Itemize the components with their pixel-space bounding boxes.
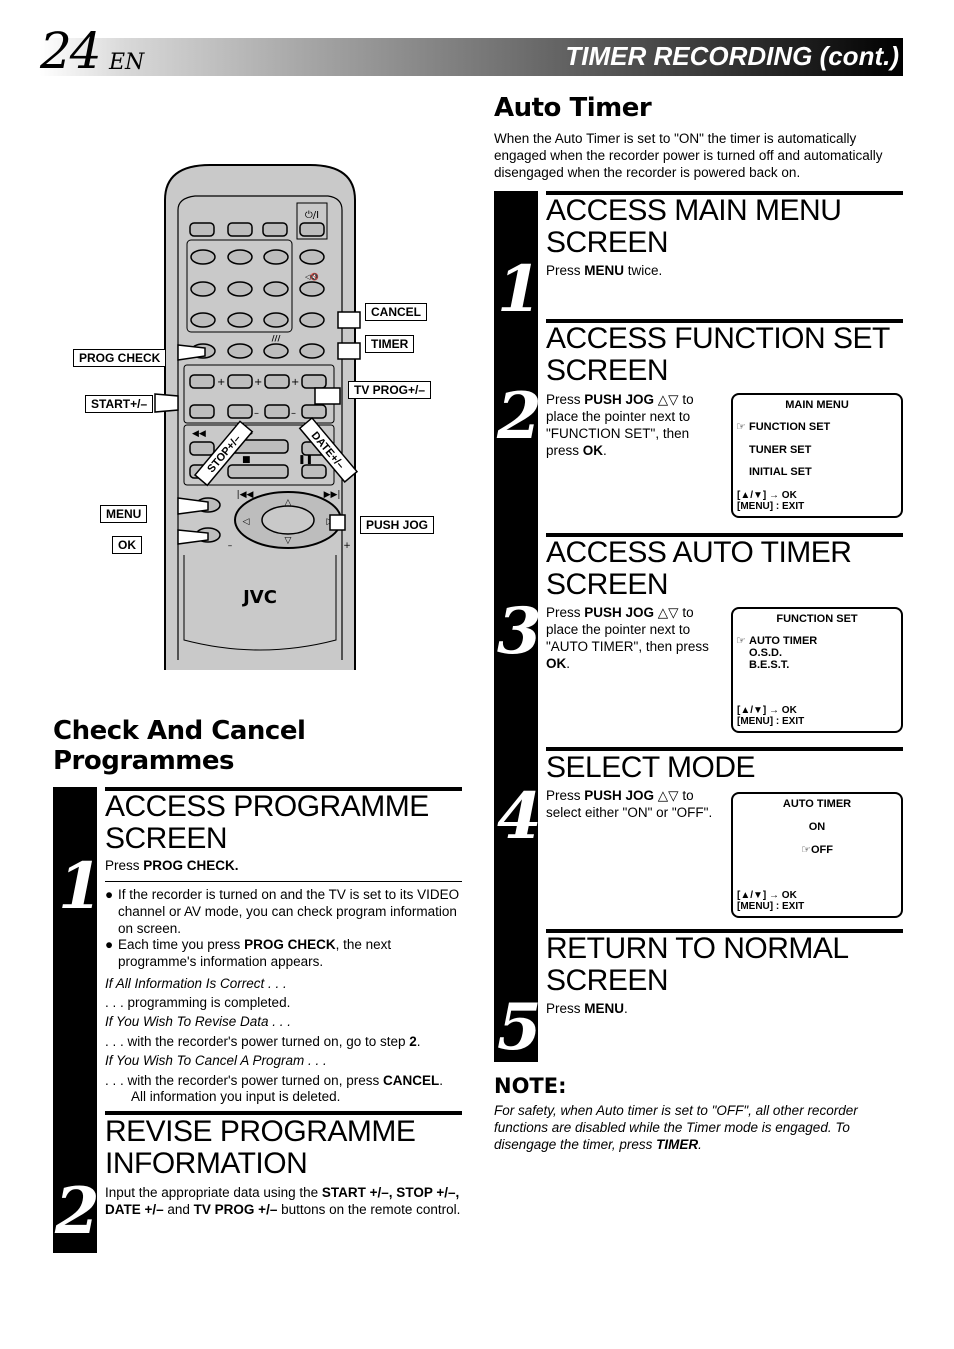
at-step-1-title: ACCESS MAIN MENU SCREEN (546, 194, 842, 259)
at-step-3-number: 3 (497, 594, 542, 669)
osd-item-selected: AUTO TIMER (749, 635, 818, 647)
at-step-3-title: ACCESS AUTO TIMER SCREEN (546, 536, 852, 601)
osd-item: O.S.D. (749, 647, 783, 659)
svg-text:◁🔇: ◁🔇 (305, 272, 319, 281)
skip-forward-icon: ▶▶| (324, 490, 341, 500)
osd-footer: [▲/▼] → OK [MENU] : EXIT (737, 490, 805, 512)
case-result: . . . with the recorder's power turned o… (105, 1034, 421, 1049)
bullet-item: ● Each time you press PROG CHECK, the ne… (105, 937, 392, 969)
osd-footer: [▲/▼] → OK [MENU] : EXIT (737, 705, 805, 727)
osd-item-selected: ☞OFF (801, 844, 833, 856)
remote-control-illustration: ⏻/I ◁🔇 /// +++ –– ◀◀▶ ■❚❚ (60, 160, 460, 670)
at-step-5-title: RETURN TO NORMAL SCREEN (546, 932, 849, 997)
step-1-instruction: Press PROG CHECK. (105, 858, 239, 873)
page-language: EN (109, 50, 145, 75)
callout-tv-prog: TV PROG+/– (348, 381, 432, 399)
pointer-icon: ☞ (736, 635, 746, 647)
section-title: TIMER RECORDING (cont.) (565, 41, 899, 71)
at-step-2-title: ACCESS FUNCTION SET SCREEN (546, 322, 890, 387)
at-step-5-instruction: Press MENU. (546, 1001, 628, 1016)
at-step-4-title: SELECT MODE (546, 751, 756, 784)
at-step-5-number: 5 (497, 990, 542, 1065)
osd-function-set: FUNCTION SET ☞ AUTO TIMER O.S.D. B.E.S.T… (731, 607, 903, 733)
svg-text:–: – (228, 541, 233, 551)
svg-text:+: + (254, 377, 262, 388)
jog-left-icon: ◁ (243, 517, 250, 527)
svg-text:–: – (254, 408, 259, 419)
case-condition: If You Wish To Cancel A Program . . . (105, 1053, 327, 1068)
auto-timer-heading: Auto Timer (494, 93, 652, 123)
osd-item-selected: FUNCTION SET (749, 421, 831, 433)
case-result: . . . with the recorder's power turned o… (105, 1073, 443, 1088)
page-number: 24 (40, 22, 102, 80)
callout-start: START+/– (85, 395, 154, 413)
step-2-number: 2 (55, 1174, 100, 1249)
power-icon: ⏻/I (305, 210, 319, 221)
svg-text:+: + (217, 377, 225, 388)
step-1-title: ACCESS PROGRAMME SCREEN (105, 790, 429, 855)
osd-item: B.E.S.T. (749, 659, 790, 671)
at-step-4-number: 4 (497, 779, 542, 854)
skip-back-icon: |◀◀ (237, 490, 254, 500)
check-cancel-heading: Check And Cancel Programmes (53, 716, 306, 776)
osd-title: FUNCTION SET (776, 613, 858, 625)
svg-text:+: + (343, 541, 351, 551)
callout-menu: MENU (100, 505, 148, 523)
at-step-1-instruction: Press MENU twice. (546, 263, 663, 278)
osd-footer: [▲/▼] → OK [MENU] : EXIT (737, 890, 805, 912)
at-step-2-number: 2 (497, 379, 542, 454)
bullet-item: ● If the recorder is turned on and the T… (105, 887, 460, 936)
step-1-number: 1 (58, 849, 103, 924)
brand-logo: JVC (241, 587, 277, 608)
step-2-instruction: Input the appropriate data using the STA… (105, 1185, 461, 1217)
osd-auto-timer: AUTO TIMER ON ☞OFF [▲/▼] → OK [MENU] : EX… (731, 792, 903, 918)
step-1-bar (53, 787, 97, 1113)
svg-text:+: + (291, 377, 299, 388)
osd-main-menu: MAIN MENU ☞ FUNCTION SET TUNER SET INITI… (731, 393, 903, 518)
svg-text:///: /// (272, 334, 281, 343)
jog-down-icon: ▽ (285, 536, 292, 546)
step-2-title: REVISE PROGRAMME INFORMATION (105, 1115, 416, 1180)
case-condition: If You Wish To Revise Data . . . (105, 1014, 291, 1029)
case-condition: If All Information Is Correct . . . (105, 976, 287, 991)
svg-text:–: – (291, 408, 296, 419)
note-heading: NOTE: (494, 1074, 567, 1098)
callout-cancel: CANCEL (365, 303, 427, 321)
pause-icon: ❚❚ (298, 455, 313, 465)
at-step-2-instruction: Press PUSH JOG △▽ to place the pointer n… (546, 392, 694, 458)
osd-item: TUNER SET (749, 444, 812, 456)
divider (105, 881, 462, 882)
callout-prog-check: PROG CHECK (73, 349, 167, 367)
callout-push-jog: PUSH JOG (360, 516, 435, 534)
osd-title: AUTO TIMER (782, 798, 852, 810)
osd-title: MAIN MENU (785, 399, 849, 411)
jog-up-icon: △ (285, 498, 292, 508)
osd-item: ON (808, 821, 826, 833)
at-step-3-instruction: Press PUSH JOG △▽ to place the pointer n… (546, 605, 709, 671)
auto-timer-intro: When the Auto Timer is set to "ON" the t… (494, 131, 883, 180)
callout-ok: OK (112, 536, 142, 554)
rewind-icon: ◀◀ (192, 429, 206, 439)
note-text: For safety, when Auto timer is set to "O… (494, 1103, 858, 1152)
stop-icon: ■ (242, 455, 251, 465)
remote-control-drawing: ⏻/I ◁🔇 /// +++ –– ◀◀▶ ■❚❚ (154, 164, 361, 670)
callout-timer: TIMER (365, 335, 415, 353)
case-result-detail: All information you input is deleted. (131, 1089, 341, 1104)
at-step-4-instruction: Press PUSH JOG △▽ to select either "ON" … (546, 788, 713, 820)
case-result: . . . programming is completed. (105, 995, 291, 1010)
osd-item: INITIAL SET (749, 466, 812, 478)
pointer-icon: ☞ (801, 844, 811, 856)
pointer-icon: ☞ (736, 421, 746, 433)
at-step-1-number: 1 (497, 252, 542, 327)
